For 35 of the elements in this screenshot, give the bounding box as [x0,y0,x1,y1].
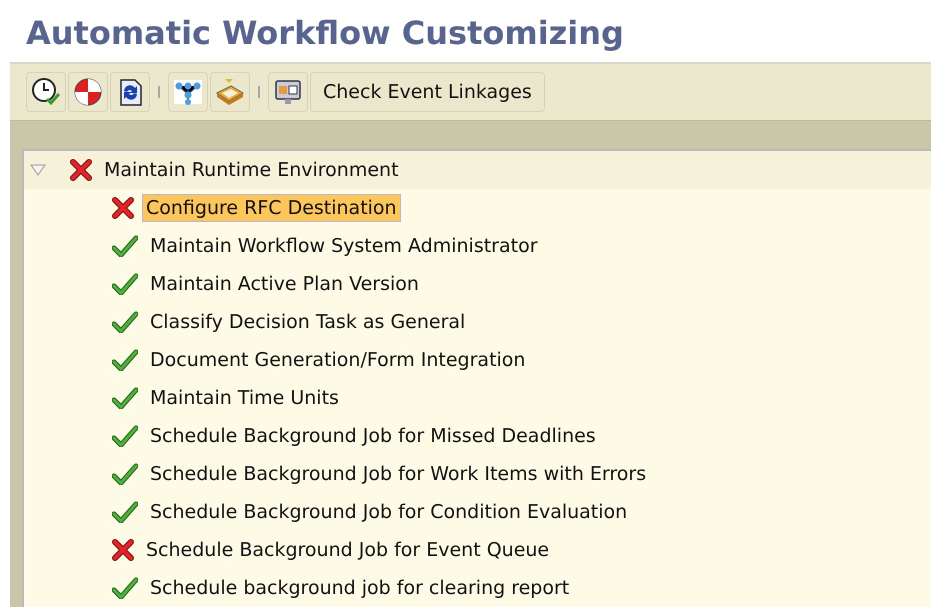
checkmark-icon [112,311,138,333]
tree-node[interactable]: Schedule background job for clearing report [146,574,574,602]
tree-node[interactable]: Maintain Workflow System Administrator [146,232,542,260]
eraser-icon [215,77,245,107]
check-event-linkages-button[interactable]: Check Event Linkages [310,72,545,112]
checkmark-icon [112,349,138,371]
error-cross-icon [112,197,134,219]
checkmark-icon [112,387,138,409]
checkmark-icon [112,577,138,599]
toolbar-button[interactable] [110,72,150,112]
checkmark-icon [112,235,138,257]
tree-node[interactable]: Maintain Time Units [146,384,343,412]
tree-node[interactable]: Schedule Background Job for Work Items with Errors [146,460,650,488]
tree-node[interactable]: Maintain Active Plan Version [146,270,423,298]
tree-node[interactable]: Schedule Background Job for Event Queue [142,536,554,564]
error-cross-icon [70,159,92,181]
clock-icon [31,77,61,107]
toolbar-button[interactable] [268,72,308,112]
tree-node[interactable]: Configure RFC Destination [142,194,401,222]
checkmark-icon [112,463,138,485]
tree-node[interactable]: Schedule Background Job for Missed Deadlines [146,422,600,450]
tree-node[interactable]: Classify Decision Task as General [146,308,470,336]
lifebuoy-icon [73,77,103,107]
toolbar-button[interactable] [168,72,208,112]
checkmark-icon [112,273,138,295]
expand-triangle-icon[interactable] [30,164,46,176]
tree-node[interactable]: Document Generation/Form Integration [146,346,530,374]
toolbar-button[interactable] [26,72,66,112]
page-title: Automatic Workflow Customizing [25,13,625,54]
error-cross-icon [112,539,134,561]
toolbar-button[interactable] [68,72,108,112]
tree-node[interactable]: Schedule Background Job for Condition Evaluation [146,498,632,526]
checkmark-icon [112,425,138,447]
checkmark-icon [112,501,138,523]
network-icon [173,77,203,107]
